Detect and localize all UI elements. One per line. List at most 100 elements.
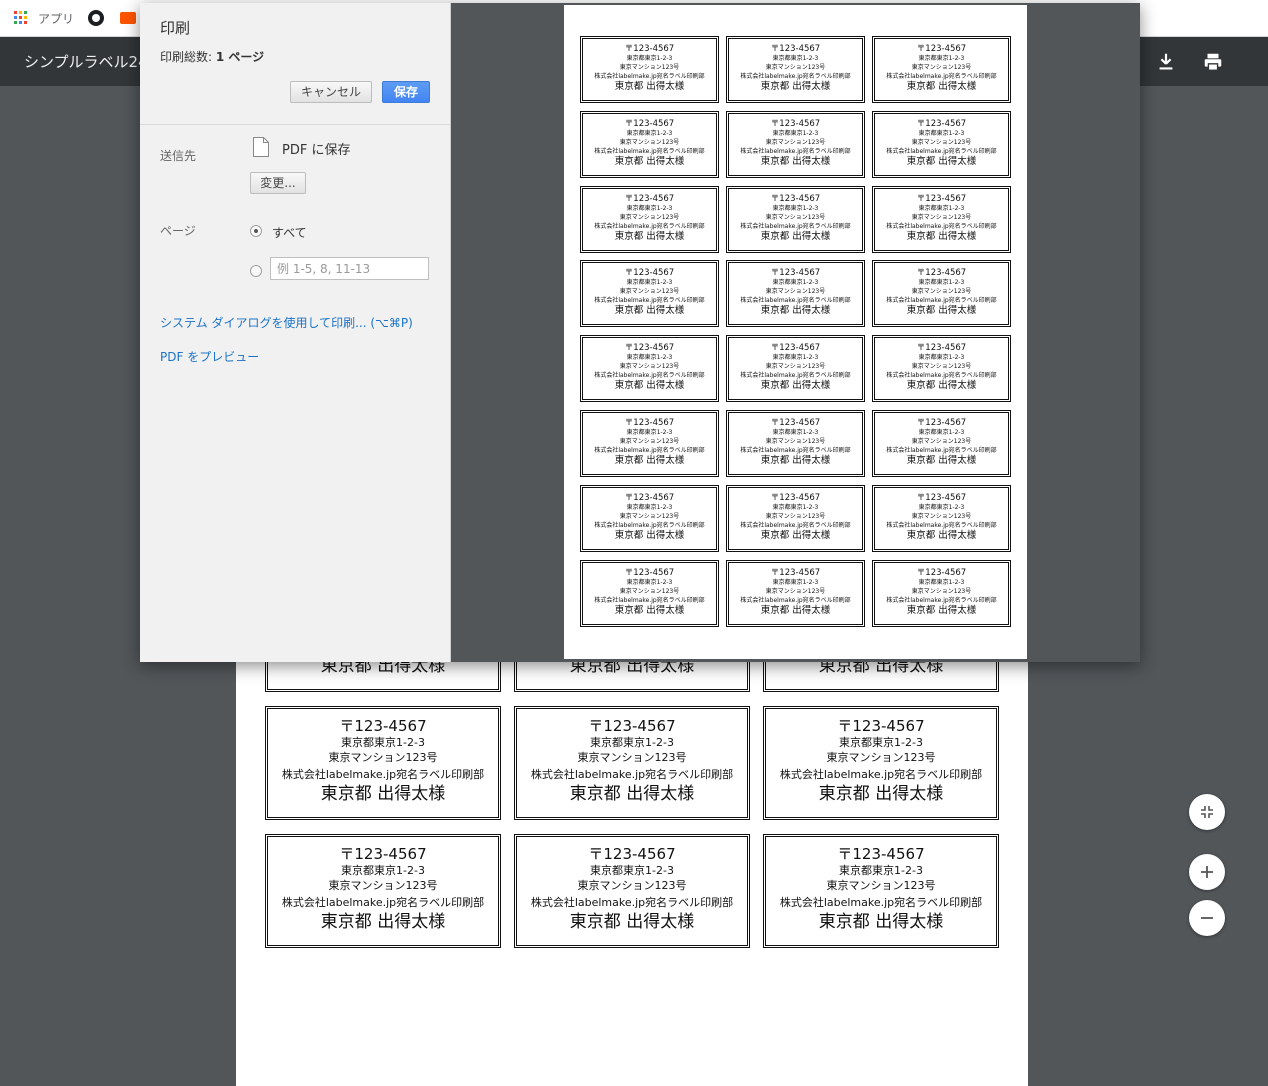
zoom-in-icon[interactable] (1189, 854, 1225, 890)
label-address-line2: 東京マンション123号 (619, 64, 680, 71)
address-label: 〒123-4567東京都東京1-2-3東京マンション123号株式会社labelm… (726, 335, 865, 403)
label-company: 株式会社labelmake.jp宛名ラベル印刷部 (530, 768, 734, 781)
label-address-line1: 東京都東京1-2-3 (626, 129, 673, 137)
address-label: 〒123-4567東京都東京1-2-3東京マンション123号株式会社labelm… (726, 110, 865, 178)
label-zip: 〒123-4567 (916, 268, 967, 279)
preview-pdf-link[interactable]: PDF をプレビュー (160, 348, 259, 365)
print-dialog-header: 印刷 印刷総数: 1 ページ キャンセル 保存 (140, 3, 450, 125)
label-zip: 〒123-4567 (916, 118, 967, 129)
label-address-line2: 東京マンション123号 (619, 288, 680, 296)
pages-range-radio[interactable] (250, 265, 262, 277)
label-address-line2: 東京マンション123号 (619, 138, 680, 146)
address-label: 〒123-4567東京都東京1-2-3東京マンション123号株式会社labelm… (726, 559, 865, 627)
address-label: 〒123-4567東京都東京1-2-3東京マンション123号株式会社labelm… (872, 110, 1011, 178)
label-company: 株式会社labelmake.jp宛名ラベル印刷部 (886, 372, 997, 380)
download-icon[interactable] (1155, 51, 1177, 73)
address-label: 〒123-4567東京都東京1-2-3東京マンション123号株式会社labelm… (580, 260, 719, 328)
label-zip: 〒123-4567 (624, 268, 675, 279)
label-address-line1: 東京都東京1-2-3 (918, 578, 965, 586)
label-address-line1: 東京都東京1-2-3 (772, 129, 819, 137)
label-company: 株式会社labelmake.jp宛名ラベル印刷部 (740, 372, 851, 380)
address-label: 〒123-4567東京都東京1-2-3東京マンション123号株式会社labelm… (265, 834, 501, 948)
address-label: 〒123-4567東京都東京1-2-3東京マンション123号株式会社labelm… (872, 36, 1011, 103)
label-recipient-name: 東京都 出得太様 (614, 380, 685, 392)
label-zip: 〒123-4567 (916, 44, 967, 54)
soundcloud-icon[interactable] (120, 12, 136, 24)
print-settings-sidebar: 印刷 印刷総数: 1 ページ キャンセル 保存 送信先 PDF に保存 変更..… (140, 3, 451, 662)
label-address-line2: 東京マンション123号 (765, 64, 826, 71)
label-recipient-name: 東京都 出得太様 (906, 529, 977, 541)
label-address-line1: 東京都東京1-2-3 (772, 55, 819, 62)
label-zip: 〒123-4567 (624, 567, 675, 578)
label-address-line2: 東京マンション123号 (765, 587, 826, 595)
label-zip: 〒123-4567 (916, 343, 967, 354)
label-address-line1: 東京都東京1-2-3 (341, 736, 425, 749)
address-label: 〒123-4567東京都東京1-2-3東京マンション123号株式会社labelm… (726, 36, 865, 103)
label-recipient-name: 東京都 出得太様 (320, 912, 446, 932)
address-label: 〒123-4567東京都東京1-2-3東京マンション123号株式会社labelm… (580, 110, 719, 178)
page-range-input[interactable] (270, 257, 429, 280)
label-address-line2: 東京マンション123号 (577, 879, 687, 892)
label-zip: 〒123-4567 (770, 343, 821, 354)
pdf-file-icon (253, 137, 269, 157)
address-label: 〒123-4567東京都東京1-2-3東京マンション123号株式会社labelm… (726, 185, 865, 253)
label-recipient-name: 東京都 出得太様 (760, 380, 831, 392)
label-address-line1: 東京都東京1-2-3 (626, 503, 673, 511)
address-label: 〒123-4567東京都東京1-2-3東京マンション123号株式会社labelm… (872, 335, 1011, 403)
label-recipient-name: 東京都 出得太様 (320, 784, 446, 804)
label-address-line1: 東京都東京1-2-3 (590, 864, 674, 877)
label-address-line1: 東京都東京1-2-3 (626, 204, 673, 212)
label-recipient-name: 東京都 出得太様 (614, 455, 685, 466)
label-address-line2: 東京マンション123号 (911, 213, 972, 221)
pages-all-radio[interactable] (250, 225, 262, 237)
label-recipient-name: 東京都 出得太様 (614, 155, 685, 167)
label-zip: 〒123-4567 (339, 717, 427, 735)
fit-to-page-icon[interactable] (1189, 794, 1225, 830)
apps-bookmark-label[interactable]: アプリ (38, 10, 74, 27)
label-company: 株式会社labelmake.jp宛名ラベル印刷部 (594, 596, 705, 604)
system-dialog-link[interactable]: システム ダイアログを使用して印刷... (⌥⌘P) (160, 314, 413, 331)
label-recipient-name: 東京都 出得太様 (760, 305, 831, 317)
apps-grid-icon[interactable] (14, 11, 28, 25)
label-recipient-name: 東京都 出得太様 (569, 784, 695, 804)
label-company: 株式会社labelmake.jp宛名ラベル印刷部 (886, 222, 997, 230)
label-zip: 〒123-4567 (588, 717, 676, 735)
label-address-line2: 東京マンション123号 (911, 64, 972, 71)
label-address-line2: 東京マンション123号 (765, 438, 826, 445)
pages-all-label[interactable]: すべて (272, 224, 307, 241)
label-address-line2: 東京マンション123号 (911, 288, 972, 296)
label-recipient-name: 東京都 出得太様 (760, 455, 831, 466)
address-label: 〒123-4567東京都東京1-2-3東京マンション123号株式会社labelm… (763, 834, 999, 948)
label-address-line1: 東京都東京1-2-3 (918, 129, 965, 137)
save-button[interactable]: 保存 (382, 81, 430, 103)
label-company: 株式会社labelmake.jp宛名ラベル印刷部 (740, 447, 851, 454)
document-title: シンプルラベル24 (24, 53, 148, 71)
address-label: 〒123-4567東京都東京1-2-3東京マンション123号株式会社labelm… (580, 185, 719, 253)
label-address-line1: 東京都東京1-2-3 (839, 864, 923, 877)
label-zip: 〒123-4567 (916, 567, 967, 578)
address-label: 〒123-4567東京都東京1-2-3東京マンション123号株式会社labelm… (265, 706, 501, 820)
print-preview-page: 〒123-4567 東京都東京1-2-3 東京マンション123号 株式会社labelm… (564, 5, 1027, 659)
label-zip: 〒123-4567 (339, 845, 427, 863)
label-recipient-name: 東京都 出得太様 (760, 230, 831, 242)
address-label: 〒123-4567東京都東京1-2-3東京マンション123号株式会社labelm… (514, 834, 750, 948)
label-company: 株式会社labelmake.jp宛名ラベル印刷部 (886, 447, 997, 454)
print-icon[interactable] (1202, 51, 1224, 73)
address-label: 〒123-4567東京都東京1-2-3東京マンション123号株式会社labelm… (726, 484, 865, 552)
cancel-button[interactable]: キャンセル (290, 81, 372, 103)
label-address-line1: 東京都東京1-2-3 (626, 354, 673, 362)
change-destination-button[interactable]: 変更... (250, 172, 306, 194)
label-recipient-name: 東京都 出得太様 (818, 784, 944, 804)
print-dialog-title: 印刷 (160, 19, 191, 37)
label-company: 株式会社labelmake.jp宛名ラベル印刷部 (886, 147, 997, 155)
print-total: 印刷総数: 1 ページ (160, 48, 264, 65)
label-recipient-name: 東京都 出得太様 (760, 604, 831, 616)
zoom-out-icon[interactable] (1189, 900, 1225, 936)
label-address-line1: 東京都東京1-2-3 (918, 279, 965, 287)
label-zip: 〒123-4567 (624, 343, 675, 354)
label-company: 株式会社labelmake.jp宛名ラベル印刷部 (281, 896, 485, 909)
github-icon[interactable] (88, 10, 104, 26)
label-company: 株式会社labelmake.jp宛名ラベル印刷部 (281, 768, 485, 781)
print-total-label: 印刷総数: (160, 50, 213, 64)
label-address-line1: 東京都東京1-2-3 (918, 503, 965, 511)
